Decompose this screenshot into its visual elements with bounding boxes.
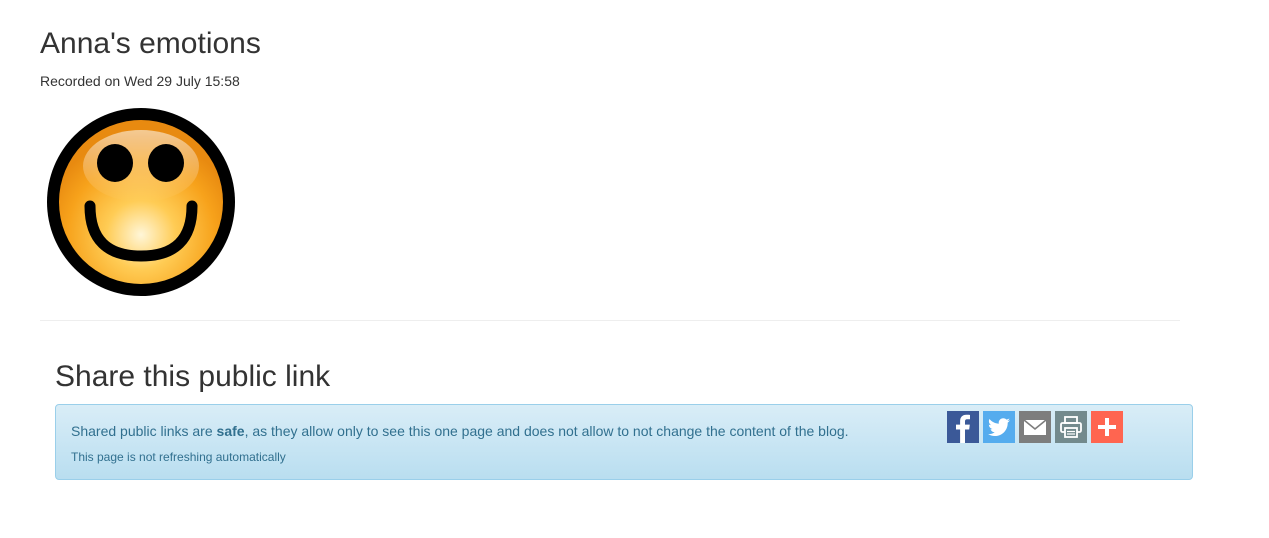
facebook-share-button[interactable]: [947, 411, 979, 443]
print-icon: [1060, 416, 1082, 438]
share-safety-message: Shared public links are safe, as they al…: [71, 422, 849, 440]
email-icon: [1023, 419, 1047, 435]
facebook-icon: [956, 414, 970, 443]
more-share-button[interactable]: [1091, 411, 1123, 443]
print-button[interactable]: [1055, 411, 1087, 443]
share-heading: Share this public link: [55, 360, 331, 393]
page: Anna's emotions Recorded on Wed 29 July …: [0, 0, 1269, 538]
recorded-timestamp: Recorded on Wed 29 July 15:58: [40, 73, 240, 89]
refresh-note: This page is not refreshing automaticall…: [71, 450, 286, 464]
twitter-share-button[interactable]: [983, 411, 1015, 443]
plus-icon: [1098, 418, 1116, 436]
share-buttons: [947, 411, 1123, 443]
share-message-prefix: Shared public links are: [71, 423, 217, 439]
twitter-icon: [988, 418, 1010, 436]
share-message-bold: safe: [216, 423, 245, 439]
email-share-button[interactable]: [1019, 411, 1051, 443]
share-message-suffix: , as they allow only to see this one pag…: [244, 423, 849, 439]
section-divider: [40, 320, 1180, 321]
page-title: Anna's emotions: [40, 27, 261, 60]
smiley-face-icon: [45, 106, 237, 298]
share-info-alert: Shared public links are safe, as they al…: [55, 404, 1193, 480]
